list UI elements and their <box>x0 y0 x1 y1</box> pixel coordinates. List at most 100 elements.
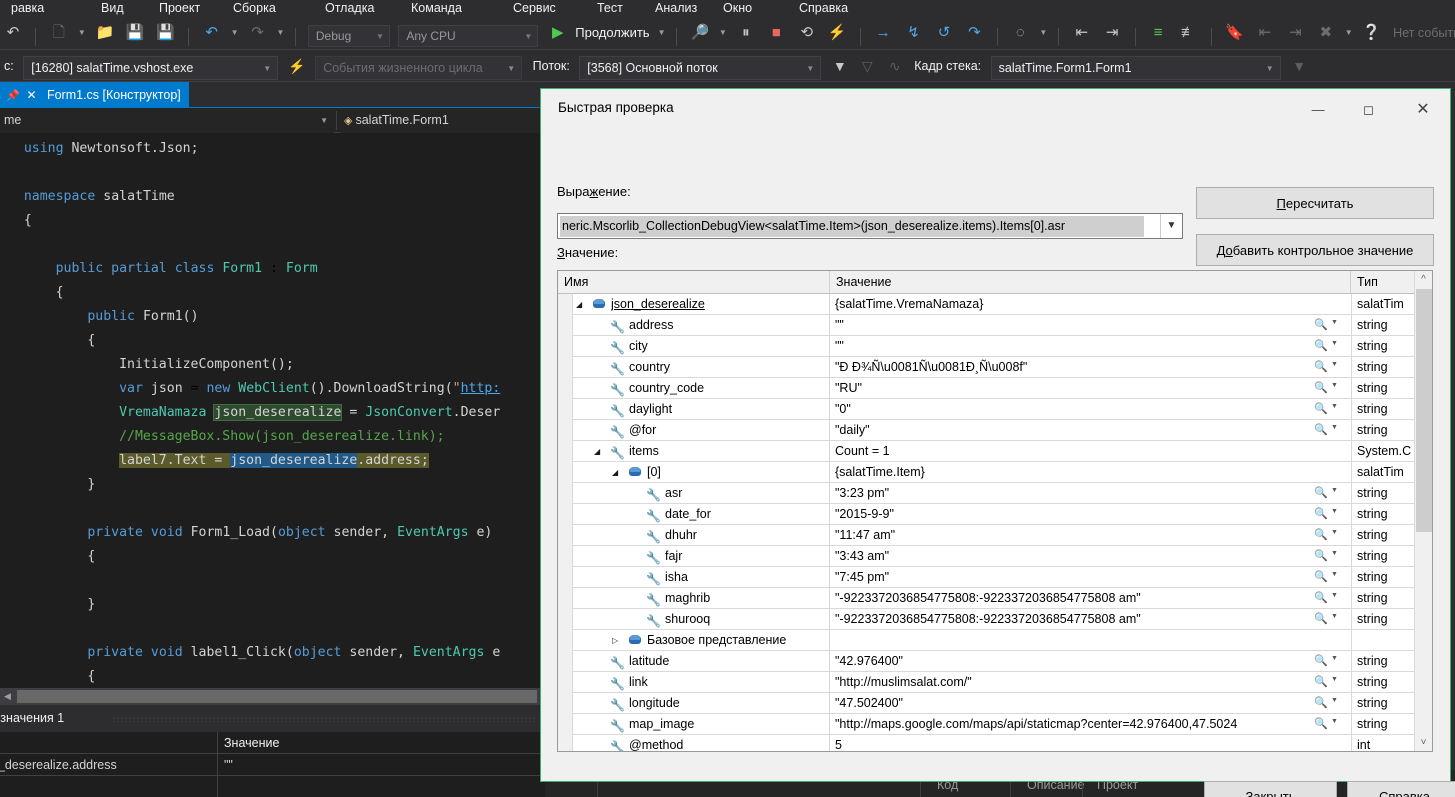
chevron-down-icon[interactable]: ▼ <box>1331 550 1338 557</box>
chevron-down-icon[interactable]: ▼ <box>1331 361 1338 368</box>
grid-vertical-scrollbar[interactable]: ^ ˅ <box>1414 271 1432 751</box>
play-icon[interactable]: ▶ <box>545 16 571 49</box>
table-row[interactable]: ◢ json_deserealize {salatTime.VremaNamaza}… <box>558 294 1414 315</box>
visualizer-control[interactable]: 🔍 ▼ <box>1314 359 1348 376</box>
chevron-down-icon[interactable]: ▼ <box>1343 16 1354 49</box>
table-row[interactable]: ◢ [0] {salatTime.Item} salatTim <box>558 462 1414 483</box>
lifecycle-events-icon[interactable]: ⚡ <box>285 50 309 81</box>
parallel-stacks-icon[interactable]: ∿ <box>883 50 907 81</box>
chevron-down-icon[interactable]: ▼ <box>656 16 667 49</box>
table-row[interactable]: 🔧 dhuhr "11:47 am" 🔍 ▼ string <box>558 525 1414 546</box>
row-value[interactable]: Count = 1 <box>829 441 1256 462</box>
chevron-down-icon[interactable]: ▼ <box>1331 403 1338 410</box>
comment-icon[interactable]: ≡ <box>1145 16 1171 49</box>
continue-button[interactable]: Продолжить <box>575 16 651 49</box>
chevron-down-icon[interactable]: ▼ <box>1038 16 1049 49</box>
menu-item-9[interactable]: Окно <box>712 0 763 16</box>
watch-expression[interactable] <box>0 776 218 797</box>
table-row[interactable]: 🔧 isha "7:45 pm" 🔍 ▼ string <box>558 567 1414 588</box>
chevron-down-icon[interactable]: ▼ <box>1331 592 1338 599</box>
toolbar-overflow-icon[interactable]: ▼ <box>1287 50 1311 81</box>
close-icon[interactable]: ✕ <box>1396 89 1450 130</box>
visualizer-control[interactable]: 🔍 ▼ <box>1314 485 1348 502</box>
previous-bookmark-icon[interactable]: ⇤ <box>1252 16 1278 49</box>
solution-platform-combo[interactable]: Any CPU ▼ <box>398 25 539 47</box>
chevron-down-icon[interactable]: ▼ <box>275 16 286 49</box>
expand-triangle-icon[interactable]: ▷ <box>612 636 622 646</box>
table-row[interactable]: 🔧 maghrib "-9223372036854775808:-922337203… <box>558 588 1414 609</box>
magnifier-icon[interactable]: 🔍 <box>1314 360 1328 373</box>
column-header-type[interactable]: Тип <box>1351 271 1414 293</box>
menu-item-2[interactable]: Проект <box>148 0 211 16</box>
menu-item-10[interactable]: Справка <box>788 0 859 16</box>
magnifier-icon[interactable]: 🔍 <box>1314 549 1328 562</box>
visualizer-control[interactable]: 🔍 ▼ <box>1314 716 1348 733</box>
chevron-down-icon[interactable]: ▼ <box>1331 529 1338 536</box>
pin-icon[interactable]: 📌 <box>6 83 20 109</box>
visualizer-control[interactable]: 🔍 ▼ <box>1314 548 1348 565</box>
visualizer-control[interactable]: 🔍 ▼ <box>1314 527 1348 544</box>
close-button[interactable]: Закрыть <box>1204 781 1337 797</box>
close-icon[interactable]: ✕ <box>23 82 39 108</box>
indent-icon[interactable]: ⇥ <box>1099 16 1125 49</box>
row-value[interactable]: "11:47 am" <box>829 525 1256 546</box>
row-value[interactable]: "3:23 pm" <box>829 483 1256 504</box>
solution-configuration-combo[interactable]: Debug ▼ <box>307 25 390 47</box>
table-row[interactable]: ◢ 🔧 items Count = 1 System.C <box>558 441 1414 462</box>
attach-process-icon[interactable]: 🔎 <box>687 16 713 49</box>
chevron-down-icon[interactable]: ▼ <box>1331 319 1338 326</box>
scroll-up-icon[interactable]: ^ <box>1415 271 1432 288</box>
magnifier-icon[interactable]: 🔍 <box>1314 402 1328 415</box>
watch-grid[interactable]: Значение on_deserealize.address "" <box>0 732 545 797</box>
magnifier-icon[interactable]: 🔍 <box>1314 717 1328 730</box>
table-row[interactable]: 🔧 latitude "42.976400" 🔍 ▼ string <box>558 651 1414 672</box>
save-icon[interactable]: 💾 <box>122 16 148 49</box>
chevron-down-icon[interactable]: ▼ <box>1331 655 1338 662</box>
flag-filter-icon[interactable]: ▽ <box>855 50 879 81</box>
new-item-icon[interactable]: 🗋 <box>46 16 72 49</box>
visualizer-control[interactable]: 🔍 ▼ <box>1314 653 1348 670</box>
open-file-icon[interactable]: 📁 <box>92 16 118 49</box>
menu-item-8[interactable]: Анализ <box>644 0 708 16</box>
row-value[interactable]: 5 <box>829 735 1256 751</box>
scroll-left-icon[interactable]: ◀ <box>0 688 15 705</box>
magnifier-icon[interactable]: 🔍 <box>1314 318 1328 331</box>
visualizer-control[interactable]: 🔍 ▼ <box>1314 338 1348 355</box>
table-row[interactable]: 🔧 country "Ð Ð¾Ñ\u0081Ñ\u0081Ð¸Ñ\u008f" 🔍 ▼ s… <box>558 357 1414 378</box>
table-row[interactable]: 🔧 country_code "RU" 🔍 ▼ string <box>558 378 1414 399</box>
collapse-triangle-icon[interactable]: ◢ <box>612 468 622 478</box>
watch-expression[interactable]: on_deserealize.address <box>0 754 218 776</box>
magnifier-icon[interactable]: 🔍 <box>1314 486 1328 499</box>
visualizer-control[interactable]: 🔍 ▼ <box>1314 695 1348 712</box>
lifecycle-events-combo[interactable]: События жизненного цикла ▼ <box>315 56 523 80</box>
grid-rows[interactable]: ◢ json_deserealize {salatTime.VremaNamaza}… <box>558 294 1432 751</box>
visualizer-control[interactable]: 🔍 ▼ <box>1314 569 1348 586</box>
table-row[interactable]: 🔧 @for "daily" 🔍 ▼ string <box>558 420 1414 441</box>
visualizer-control[interactable]: 🔍 ▼ <box>1314 401 1348 418</box>
menu-item-1[interactable]: Вид <box>90 0 135 16</box>
step-out-icon[interactable]: ↷ <box>961 16 987 49</box>
visualizer-control[interactable]: 🔍 ▼ <box>1314 611 1348 628</box>
scrollbar-thumb[interactable] <box>17 690 537 703</box>
magnifier-icon[interactable]: 🔍 <box>1314 381 1328 394</box>
scrollbar-thumb[interactable] <box>1416 289 1432 532</box>
chevron-down-icon[interactable]: ▼ <box>1331 718 1338 725</box>
table-row[interactable]: 🔧 address "" 🔍 ▼ string <box>558 315 1414 336</box>
magnifier-icon[interactable]: 🔍 <box>1314 570 1328 583</box>
help-button[interactable]: Справка <box>1347 781 1455 797</box>
chevron-down-icon[interactable]: ▼ <box>229 16 240 49</box>
table-row[interactable]: on_deserealize.address "" <box>0 754 545 776</box>
recalculate-button[interactable]: Пересчитать <box>1196 187 1434 219</box>
magnifier-icon[interactable]: 🔍 <box>1314 696 1328 709</box>
member-navigation-combo[interactable]: ◈ salatTime.Form1 <box>340 108 545 133</box>
chevron-down-icon[interactable]: ▼ <box>1331 697 1338 704</box>
row-value[interactable]: "0" <box>829 399 1256 420</box>
next-bookmark-icon[interactable]: ⇥ <box>1282 16 1308 49</box>
row-value[interactable]: "" <box>829 336 1256 357</box>
step-over-icon[interactable]: ↺ <box>931 16 957 49</box>
value-grid[interactable]: Имя Значение Тип ◢ json_deserealize {salat… <box>557 270 1433 752</box>
row-value[interactable]: "2015-9-9" <box>829 504 1256 525</box>
visualizer-control[interactable]: 🔍 ▼ <box>1314 380 1348 397</box>
process-combo[interactable]: [16280] salatTime.vshost.exe ▼ <box>23 56 279 80</box>
add-watch-button[interactable]: Добавить контрольное значение <box>1196 234 1434 266</box>
